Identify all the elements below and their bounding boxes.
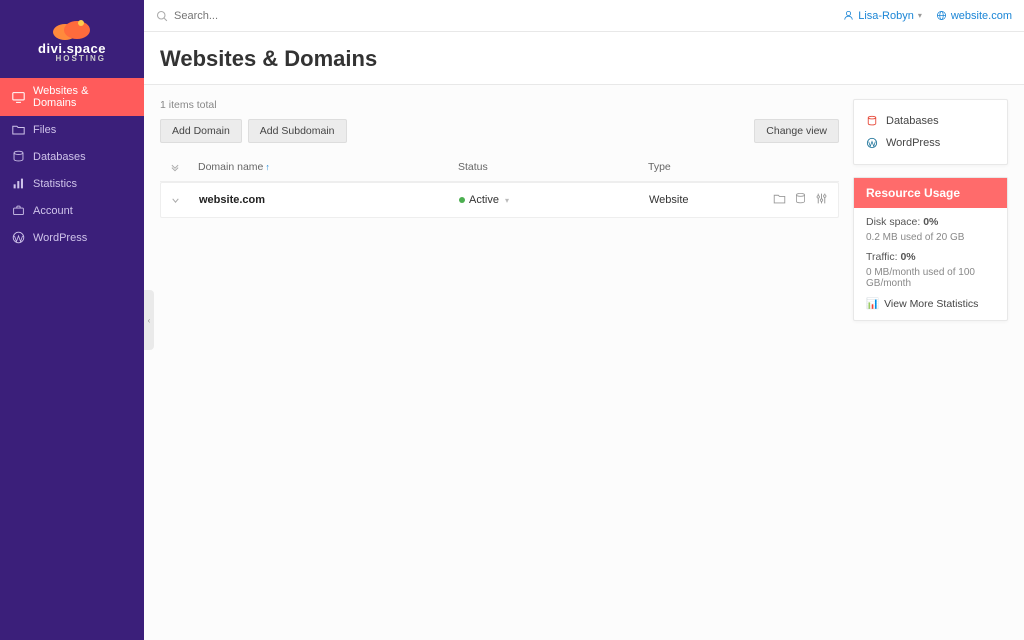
status-cell[interactable]: Active ▾: [459, 194, 649, 206]
site-link[interactable]: website.com: [936, 10, 1012, 22]
sidebar-item-label: Statistics: [33, 178, 77, 190]
quick-link-label: WordPress: [886, 137, 940, 149]
sidebar-item-databases[interactable]: Databases: [0, 143, 144, 170]
chevron-down-icon: ▾: [918, 11, 922, 20]
sort-asc-icon: ↑: [265, 162, 270, 172]
disk-space-line: Disk space: 0%: [866, 216, 995, 228]
folder-icon: [12, 123, 25, 136]
page-title: Websites & Domains: [160, 46, 1008, 72]
logo-cloud-icon: [51, 15, 93, 41]
type-cell: Website: [649, 194, 773, 206]
domains-table: Domain name↑ Status Type website.com Act…: [160, 153, 839, 218]
resource-usage-header: Resource Usage: [854, 178, 1007, 208]
quick-link-wordpress[interactable]: WordPress: [866, 132, 995, 154]
monitor-icon: [12, 91, 25, 104]
logo: divi.space HOSTING: [0, 0, 144, 78]
search-input[interactable]: [174, 10, 374, 22]
traffic-detail: 0 MB/month used of 100 GB/month: [866, 267, 995, 289]
quick-links-card: Databases WordPress: [853, 99, 1008, 165]
site-name: website.com: [951, 10, 1012, 22]
status-dot-icon: [459, 197, 465, 203]
user-icon: [843, 10, 854, 21]
sidebar-item-statistics[interactable]: Statistics: [0, 170, 144, 197]
wordpress-icon: [866, 137, 878, 149]
quick-link-label: Databases: [886, 115, 939, 127]
add-subdomain-button[interactable]: Add Subdomain: [248, 119, 347, 143]
user-menu[interactable]: Lisa-Robyn ▾: [843, 10, 922, 22]
resource-usage-card: Resource Usage Disk space: 0% 0.2 MB use…: [853, 177, 1008, 321]
sidebar-item-wordpress[interactable]: WordPress: [0, 224, 144, 251]
sidebar-collapse-handle[interactable]: ‹: [144, 290, 154, 350]
domain-name-cell[interactable]: website.com: [199, 194, 459, 206]
disk-space-detail: 0.2 MB used of 20 GB: [866, 232, 995, 243]
add-domain-button[interactable]: Add Domain: [160, 119, 242, 143]
settings-icon[interactable]: [815, 192, 828, 208]
expand-all-icon[interactable]: [170, 162, 198, 172]
stats-icon: 📊: [866, 297, 879, 310]
sidebar: divi.space HOSTING Websites & Domains Fi…: [0, 0, 144, 640]
sidebar-item-label: Files: [33, 124, 56, 136]
database-icon: [866, 115, 878, 127]
sidebar-item-account[interactable]: Account: [0, 197, 144, 224]
globe-icon: [936, 10, 947, 21]
sidebar-nav: Websites & Domains Files Databases Stati…: [0, 78, 144, 251]
file-manager-icon[interactable]: [773, 192, 786, 208]
traffic-line: Traffic: 0%: [866, 251, 995, 263]
user-name: Lisa-Robyn: [858, 10, 914, 22]
sidebar-item-label: WordPress: [33, 232, 87, 244]
change-view-button[interactable]: Change view: [754, 119, 839, 143]
column-header-type[interactable]: Type: [648, 161, 829, 173]
search-icon: [156, 10, 168, 22]
database-icon[interactable]: [794, 192, 807, 208]
sidebar-item-files[interactable]: Files: [0, 116, 144, 143]
chevron-down-icon: ▾: [505, 196, 509, 205]
sidebar-item-label: Websites & Domains: [33, 85, 132, 109]
topbar: Lisa-Robyn ▾ website.com: [144, 0, 1024, 32]
expand-row-toggle[interactable]: [171, 196, 199, 205]
sidebar-item-label: Account: [33, 205, 73, 217]
column-header-status[interactable]: Status: [458, 161, 648, 173]
view-more-statistics-link[interactable]: 📊 View More Statistics: [866, 297, 995, 310]
sidebar-item-label: Databases: [33, 151, 86, 163]
sidebar-item-websites-domains[interactable]: Websites & Domains: [0, 78, 144, 116]
column-header-name[interactable]: Domain name↑: [198, 161, 458, 173]
main: ‹ Lisa-Robyn ▾ website.com Websites & Do…: [144, 0, 1024, 640]
table-header: Domain name↑ Status Type: [160, 153, 839, 182]
table-row: website.com Active ▾ Website: [160, 182, 839, 218]
quick-link-databases[interactable]: Databases: [866, 110, 995, 132]
wordpress-icon: [12, 231, 25, 244]
stats-icon: [12, 177, 25, 190]
items-total: 1 items total: [160, 99, 839, 111]
briefcase-icon: [12, 204, 25, 217]
database-icon: [12, 150, 25, 163]
